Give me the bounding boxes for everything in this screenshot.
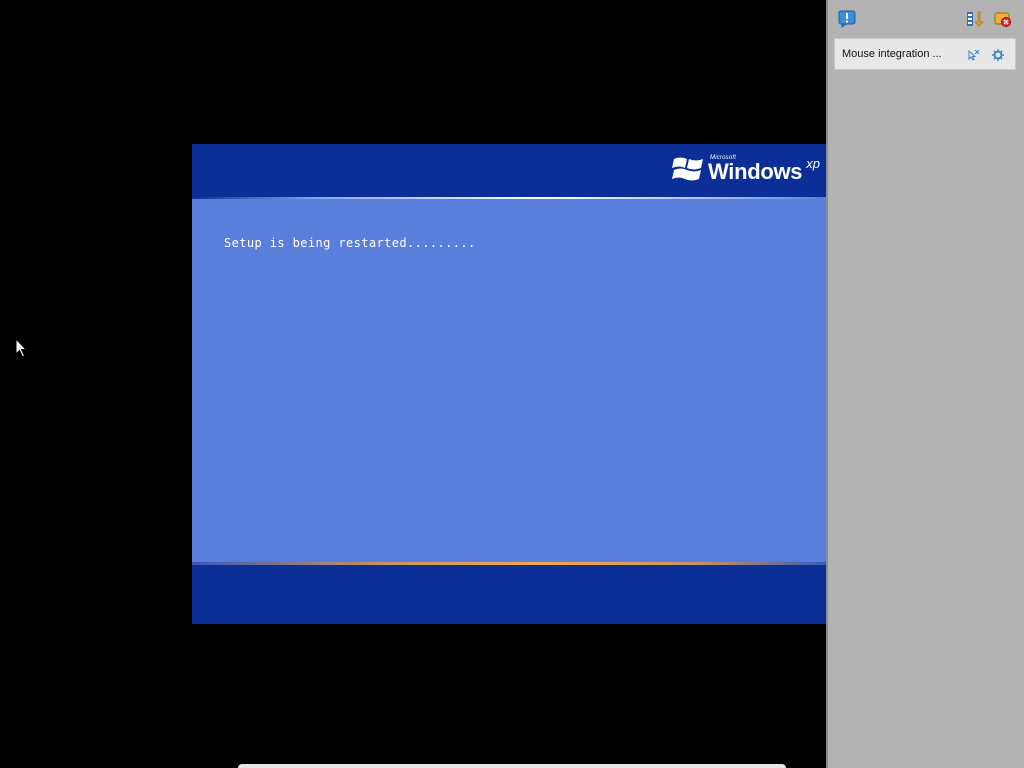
close-notifications-icon[interactable] [994, 10, 1012, 28]
notification-side-panel: Mouse integration ... [826, 0, 1024, 768]
vm-display[interactable]: Microsoft Windows xp Setup is being rest… [192, 144, 826, 624]
windows-label: Windows [708, 159, 803, 184]
windows-xp-logo: Microsoft Windows xp [672, 153, 820, 185]
windows-xp-wordmark: Microsoft Windows xp [708, 153, 820, 185]
dock-bar [238, 764, 786, 768]
screen: Microsoft Windows xp Setup is being rest… [0, 0, 1024, 768]
side-panel-toolbar [828, 0, 1024, 34]
columns-arrow-icon[interactable] [966, 10, 984, 28]
mouse-cursor-icon [15, 338, 28, 358]
windows-flag-icon [672, 157, 703, 181]
notification-label: Mouse integration ... [842, 48, 942, 60]
xp-footer-band [192, 565, 826, 624]
xp-header-divider [192, 197, 826, 199]
mouse-integration-notification[interactable]: Mouse integration ... [834, 38, 1016, 70]
settings-icon[interactable] [991, 48, 1005, 62]
setup-status-text: Setup is being restarted......... [224, 236, 476, 250]
xp-label: xp [806, 156, 820, 171]
mouse-integration-icon[interactable] [967, 48, 981, 62]
message-info-icon[interactable] [838, 10, 856, 28]
